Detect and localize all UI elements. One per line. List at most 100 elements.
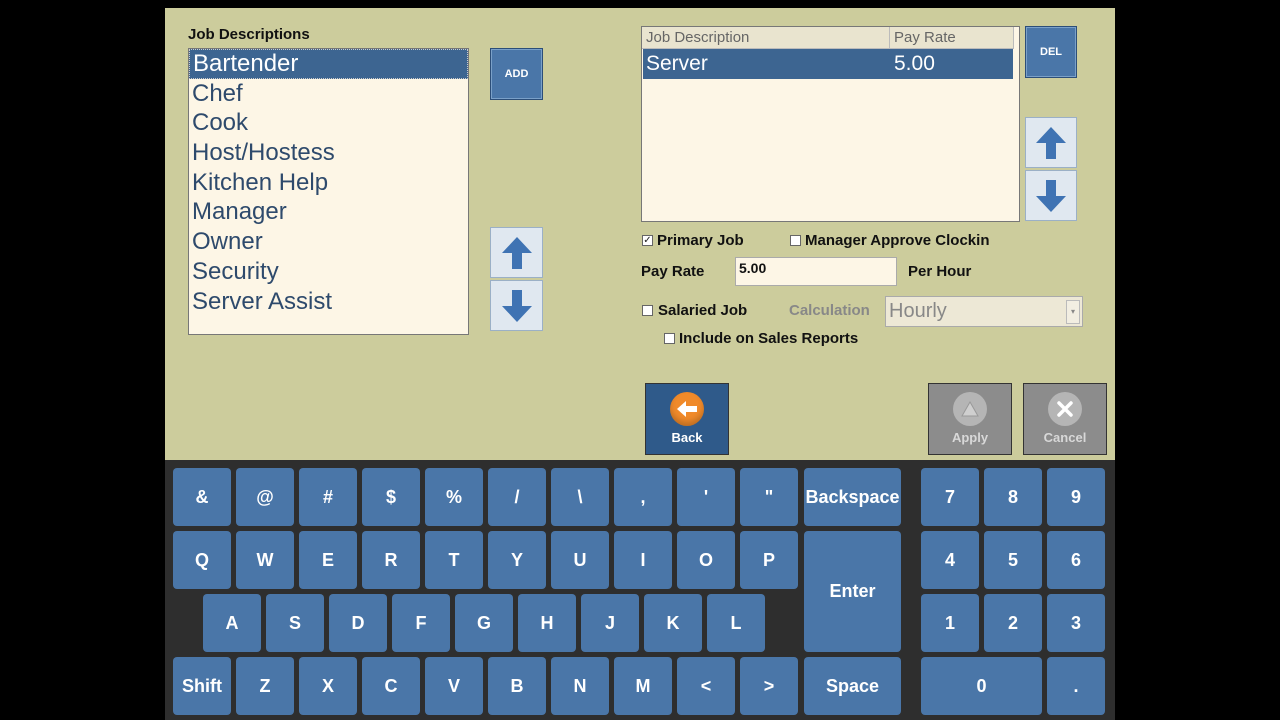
key[interactable]: Z [236, 657, 294, 715]
key[interactable]: I [614, 531, 672, 589]
apply-label: Apply [951, 430, 989, 445]
job-descriptions-list[interactable]: Bartender Chef Cook Host/Hostess Kitchen Hel… [188, 48, 469, 335]
enter-key[interactable]: Enter [804, 531, 901, 652]
key[interactable]: " [740, 468, 798, 526]
key[interactable]: $ [362, 468, 420, 526]
backspace-key[interactable]: Backspace [804, 468, 901, 526]
include-sales-label: Include on Sales Reports [679, 330, 859, 347]
list-item[interactable]: Bartender [189, 49, 468, 79]
key[interactable]: T [425, 531, 483, 589]
column-header-rate[interactable]: Pay Rate [890, 27, 1014, 49]
key[interactable]: L [707, 594, 765, 652]
numpad-key-zero[interactable]: 0 [921, 657, 1042, 715]
key[interactable]: B [488, 657, 546, 715]
list-item[interactable]: Owner [189, 227, 468, 257]
key[interactable]: \ [551, 468, 609, 526]
list-move-down-button[interactable] [490, 280, 543, 331]
list-move-up-button[interactable] [490, 227, 543, 278]
key[interactable]: K [644, 594, 702, 652]
primary-job-checkbox[interactable]: ✓ [642, 235, 653, 246]
numpad-key[interactable]: 6 [1047, 531, 1105, 589]
key[interactable]: > [740, 657, 798, 715]
key[interactable]: E [299, 531, 357, 589]
key[interactable]: U [551, 531, 609, 589]
column-header-job[interactable]: Job Description [642, 27, 890, 49]
delete-button[interactable]: DEL [1025, 26, 1077, 78]
numpad-key[interactable]: 5 [984, 531, 1042, 589]
back-button[interactable]: Back [645, 383, 729, 455]
key[interactable]: A [203, 594, 261, 652]
close-icon [1048, 392, 1082, 426]
list-item[interactable]: Kitchen Help [189, 168, 468, 198]
key[interactable]: D [329, 594, 387, 652]
numpad-key[interactable]: 1 [921, 594, 979, 652]
key[interactable]: N [551, 657, 609, 715]
key[interactable]: P [740, 531, 798, 589]
key[interactable]: J [581, 594, 639, 652]
key[interactable]: C [362, 657, 420, 715]
on-screen-keyboard: & @ # $% / \, ' " Q W E R T Y U I O P A S D F G H J K L Shift Z X C V B N… [165, 460, 1115, 720]
key[interactable]: # [299, 468, 357, 526]
numpad-key-dot[interactable]: . [1047, 657, 1105, 715]
arrow-up-icon [1036, 126, 1066, 159]
chevron-down-icon[interactable]: ▾ [1066, 300, 1080, 324]
key[interactable]: / [488, 468, 546, 526]
numpad-key[interactable]: 4 [921, 531, 979, 589]
grid-cell-job: Server [646, 52, 708, 75]
apply-button[interactable]: Apply [928, 383, 1012, 455]
key[interactable]: % [425, 468, 483, 526]
add-button[interactable]: ADD [490, 48, 543, 100]
list-item[interactable]: Manager [189, 197, 468, 227]
numpad-key[interactable]: 2 [984, 594, 1042, 652]
space-key[interactable]: Space [804, 657, 901, 715]
grid-cell-rate: 5.00 [894, 52, 935, 75]
assigned-jobs-grid[interactable]: Job Description Pay Rate Server 5.00 [641, 26, 1020, 222]
grid-move-down-button[interactable] [1025, 170, 1077, 221]
grid-row[interactable]: Server 5.00 [643, 49, 1013, 79]
key[interactable]: R [362, 531, 420, 589]
key[interactable]: Y [488, 531, 546, 589]
pay-rate-label: Pay Rate [641, 263, 705, 280]
cancel-button[interactable]: Cancel [1023, 383, 1107, 455]
arrow-down-icon [1036, 179, 1066, 212]
back-arrow-icon [670, 392, 704, 426]
key[interactable]: , [614, 468, 672, 526]
key[interactable]: O [677, 531, 735, 589]
key[interactable]: ' [677, 468, 735, 526]
key[interactable]: @ [236, 468, 294, 526]
list-item[interactable]: Security [189, 257, 468, 287]
list-item[interactable]: Host/Hostess [189, 138, 468, 168]
key[interactable]: Q [173, 531, 231, 589]
manager-approve-checkbox[interactable] [790, 235, 801, 246]
include-sales-checkbox[interactable] [664, 333, 675, 344]
calculation-value: Hourly [889, 300, 947, 322]
calculation-select[interactable]: Hourly ▾ [885, 296, 1083, 327]
grid-move-up-button[interactable] [1025, 117, 1077, 168]
list-item[interactable]: Chef [189, 79, 468, 109]
pay-rate-input[interactable]: 5.00 [735, 257, 897, 286]
numpad-key[interactable]: 7 [921, 468, 979, 526]
cancel-label: Cancel [1043, 430, 1087, 445]
job-setup-panel: Job Descriptions Bartender Chef Cook Host/H… [165, 8, 1115, 460]
key[interactable]: < [677, 657, 735, 715]
numpad-key[interactable]: 3 [1047, 594, 1105, 652]
key[interactable]: M [614, 657, 672, 715]
key[interactable]: X [299, 657, 357, 715]
numpad-key[interactable]: 8 [984, 468, 1042, 526]
job-descriptions-label: Job Descriptions [188, 26, 310, 43]
key[interactable]: G [455, 594, 513, 652]
arrow-down-icon [501, 289, 532, 322]
key[interactable]: W [236, 531, 294, 589]
key[interactable]: & [173, 468, 231, 526]
key[interactable]: V [425, 657, 483, 715]
list-item[interactable]: Server Assist [189, 287, 468, 317]
key[interactable]: H [518, 594, 576, 652]
salaried-job-label: Salaried Job [658, 302, 748, 319]
list-item[interactable]: Cook [189, 108, 468, 138]
key[interactable]: S [266, 594, 324, 652]
salaried-job-checkbox[interactable] [642, 305, 653, 316]
key[interactable]: F [392, 594, 450, 652]
per-hour-label: Per Hour [908, 263, 972, 280]
numpad-key[interactable]: 9 [1047, 468, 1105, 526]
shift-key[interactable]: Shift [173, 657, 231, 715]
